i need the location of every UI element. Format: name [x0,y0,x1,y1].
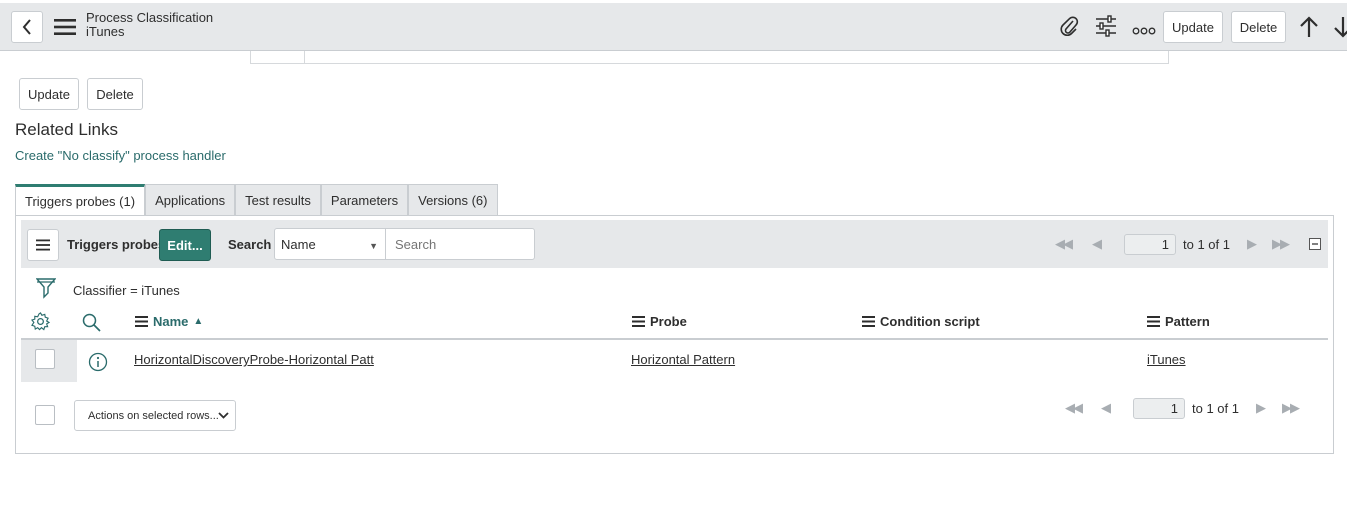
tab-versions[interactable]: Versions (6) [408,184,498,215]
column-menu-icon [862,316,875,327]
search-field-value: Name [281,236,316,252]
column-menu-icon [632,316,645,327]
next-page-icon[interactable]: ▶ [1247,236,1257,252]
chevron-left-icon [22,19,31,35]
gear-icon[interactable] [31,312,50,331]
column-menu-icon [1147,316,1160,327]
column-label: Probe [650,314,687,329]
tab-test-results[interactable]: Test results [235,184,321,215]
select-all-checkbox[interactable] [35,405,55,425]
search-icon[interactable] [82,313,101,332]
form-field-remnant [250,51,1169,64]
filter-icon[interactable] [35,277,57,302]
column-header-pattern[interactable]: Pattern [1147,314,1210,329]
footer-next-page-icon[interactable]: ▶ [1256,400,1266,416]
actions-label: Actions on selected rows... [88,409,219,422]
search-label: Search [228,237,272,252]
header-delete-button[interactable]: Delete [1231,11,1286,43]
search-field-select[interactable]: Name ▼ [274,228,386,260]
sort-ascending-icon: ▲ [193,316,204,327]
list-title: Triggers probes [67,237,166,252]
column-menu-icon [135,316,148,327]
page-count: to 1 of 1 [1183,237,1230,252]
menu-icon [36,239,50,251]
filter-breadcrumb[interactable]: Classifier = iTunes [73,283,180,298]
column-label: Pattern [1165,314,1210,329]
column-label: Condition script [880,314,980,329]
collapse-icon[interactable] [1309,238,1321,250]
tab-applications[interactable]: Applications [145,184,236,215]
related-list-tabs: Triggers probes (1) Applications Test re… [15,184,498,216]
paperclip-icon[interactable] [1059,15,1079,40]
update-button[interactable]: Update [19,78,79,110]
search-input[interactable] [385,228,535,260]
back-button[interactable] [11,11,43,43]
footer-first-page-icon[interactable]: ◀◀ [1065,400,1083,416]
tab-parameters[interactable]: Parameters [320,184,409,215]
prev-page-icon[interactable]: ◀ [1092,236,1102,252]
delete-button[interactable]: Delete [87,78,143,110]
row-probe-link[interactable]: Horizontal Pattern [631,352,735,367]
more-options-icon[interactable] [1132,23,1156,38]
related-links-title: Related Links [15,120,119,139]
record-name: iTunes [86,24,125,39]
footer-page-input[interactable] [1133,398,1185,419]
footer-prev-page-icon[interactable]: ◀ [1101,400,1111,416]
page-input[interactable] [1124,234,1176,255]
row-pattern-link[interactable]: iTunes [1147,352,1186,367]
settings-sliders-icon[interactable] [1095,15,1117,40]
footer-last-page-icon[interactable]: ▶▶ [1282,400,1300,416]
first-page-icon[interactable]: ◀◀ [1055,236,1073,252]
row-checkbox[interactable] [35,349,55,369]
row-name-link[interactable]: HorizontalDiscoveryProbe-Horizontal Patt [134,352,374,367]
list-toolbar: Triggers probes Edit... Search Name ▼ ◀◀… [21,220,1328,268]
actions-select[interactable]: Actions on selected rows... [74,400,236,431]
last-page-icon[interactable]: ▶▶ [1272,236,1290,252]
chevron-down-icon [218,412,229,419]
no-classify-link[interactable]: Create "No classify" process handler [15,148,226,163]
list-menu-button[interactable] [27,229,59,261]
column-header-name[interactable]: Name ▲ [135,314,203,329]
header-update-button[interactable]: Update [1163,11,1223,43]
column-header-probe[interactable]: Probe [632,314,687,329]
header-divider [21,338,1328,340]
arrow-down-icon[interactable] [1333,16,1347,41]
page-title: Process Classification iTunes [86,11,213,39]
caret-down-icon: ▼ [369,241,378,251]
arrow-up-icon[interactable] [1299,16,1319,41]
edit-button[interactable]: Edit... [159,229,211,261]
menu-icon[interactable] [54,18,76,36]
tab-triggers-probes[interactable]: Triggers probes (1) [15,184,146,216]
record-type: Process Classification [86,10,214,25]
column-label: Name [153,314,189,329]
form-header: Process Classification iTunes Update Del… [0,3,1347,51]
column-header-condition-script[interactable]: Condition script [862,314,980,329]
footer-page-count: to 1 of 1 [1192,401,1239,416]
info-icon[interactable] [88,352,108,372]
